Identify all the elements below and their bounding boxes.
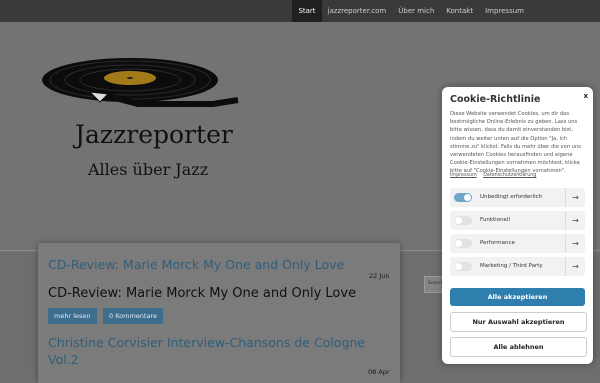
toggle-switch[interactable]	[454, 193, 472, 202]
arrow-right-icon[interactable]: →	[565, 211, 585, 230]
nav-item-jazzreporter[interactable]: jazzreporter.com	[322, 0, 393, 22]
nav-item-ueber-mich[interactable]: Über mich	[392, 0, 440, 22]
reject-all-button[interactable]: Alle ablehnen	[450, 337, 587, 357]
cookie-category-functional[interactable]: Funktionell →	[450, 211, 585, 230]
category-label: Performance	[480, 240, 515, 246]
main-menu: Start jazzreporter.com Über mich Kontakt…	[292, 0, 530, 22]
toggle-switch[interactable]	[454, 216, 472, 225]
impressum-link[interactable]: Impressum	[450, 173, 477, 178]
close-icon[interactable]: x	[583, 92, 588, 100]
cookie-description: Diese Website verwendet Cookies, um dir …	[450, 111, 581, 175]
accept-selection-button[interactable]: Nur Auswahl akzeptieren	[450, 312, 587, 332]
arrow-right-icon[interactable]: →	[565, 188, 585, 207]
top-navigation-bar: Start jazzreporter.com Über mich Kontakt…	[0, 0, 600, 22]
category-label: Unbedingt erforderlich	[480, 194, 543, 200]
datenschutz-link[interactable]: Datenschutzerklärung	[483, 173, 536, 178]
toggle-switch[interactable]	[454, 262, 472, 271]
site-subtitle: Alles über Jazz	[88, 160, 209, 179]
cookie-links: Impressum Datenschutzerklärung	[450, 173, 541, 178]
arrow-right-icon[interactable]: →	[565, 234, 585, 253]
post-title-link[interactable]: CD-Review: Marie Morck My One and Only L…	[48, 257, 344, 272]
nav-item-impressum[interactable]: Impressum	[479, 0, 530, 22]
post-date: 22 Jun	[369, 272, 390, 280]
post-heading: CD-Review: Marie Morck My One and Only L…	[48, 286, 357, 301]
vinyl-record-logo[interactable]	[38, 52, 248, 122]
accept-all-button[interactable]: Alle akzeptieren	[450, 288, 585, 306]
cookie-dialog-title: Cookie-Richtlinie	[450, 94, 541, 105]
post-title-link[interactable]: Christine Corvisier Interview-Chansons d…	[48, 334, 393, 368]
nav-item-start[interactable]: Start	[292, 0, 322, 22]
read-more-button[interactable]: mehr lesen	[48, 308, 97, 324]
toggle-switch[interactable]	[454, 239, 472, 248]
cookie-consent-dialog: Cookie-Richtlinie x Diese Website verwen…	[442, 87, 593, 364]
site-title[interactable]: Jazzreporter	[75, 120, 233, 149]
category-label: Marketing / Third Party	[480, 263, 543, 269]
category-label: Funktionell	[480, 217, 510, 223]
comments-button[interactable]: 0 Kommentare	[103, 308, 163, 324]
cookie-category-marketing[interactable]: Marketing / Third Party →	[450, 257, 585, 276]
nav-item-kontakt[interactable]: Kontakt	[440, 0, 479, 22]
arrow-right-icon[interactable]: →	[565, 257, 585, 276]
cookie-category-performance[interactable]: Performance →	[450, 234, 585, 253]
cookie-category-necessary[interactable]: Unbedingt erforderlich →	[450, 188, 585, 207]
